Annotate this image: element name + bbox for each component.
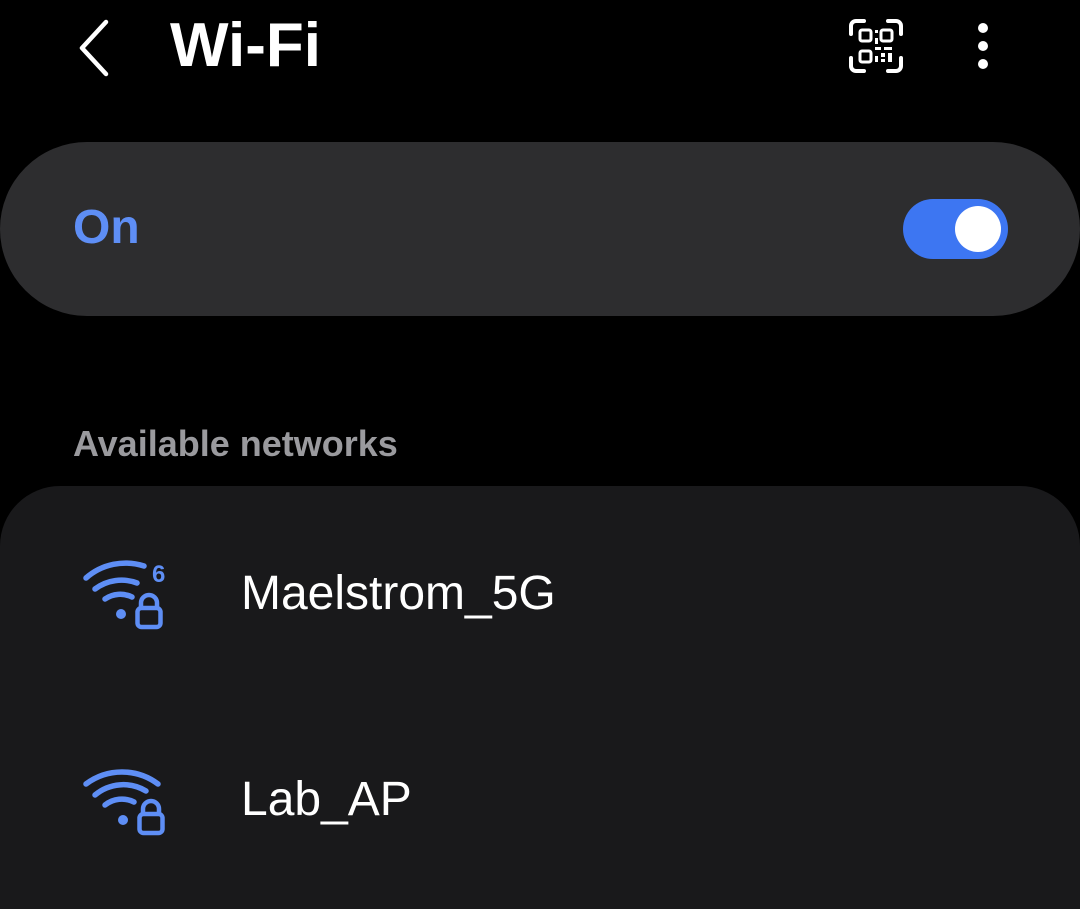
wifi-6-locked-icon: 6 [83,560,165,630]
switch-knob [955,206,1001,252]
qr-code-scan-icon [849,19,903,73]
more-options-button[interactable] [958,14,1008,78]
qr-scan-button[interactable] [844,14,908,78]
page-title: Wi-Fi [170,11,321,80]
wifi-6-badge: 6 [152,561,165,588]
more-vertical-icon [978,23,988,69]
available-networks-header: Available networks [73,423,398,464]
back-button[interactable] [62,14,126,82]
network-item-lab-ap[interactable]: Lab_AP [0,700,1080,900]
wifi-toggle-card[interactable]: On [0,142,1080,316]
wifi-locked-icon [83,769,165,836]
networks-list: 6 Maelstrom_5G Lab_AP [0,486,1080,909]
network-item-maelstrom-5g[interactable]: 6 Maelstrom_5G [0,494,1080,694]
wifi-switch[interactable] [903,199,1008,259]
network-name: Lab_AP [241,773,412,826]
network-name: Maelstrom_5G [241,567,556,620]
chevron-left-icon [79,19,109,77]
wifi-toggle-label: On [73,201,140,254]
wifi-settings-screen: Wi-Fi On Available networks 6 Maelstrom_… [0,0,1080,909]
